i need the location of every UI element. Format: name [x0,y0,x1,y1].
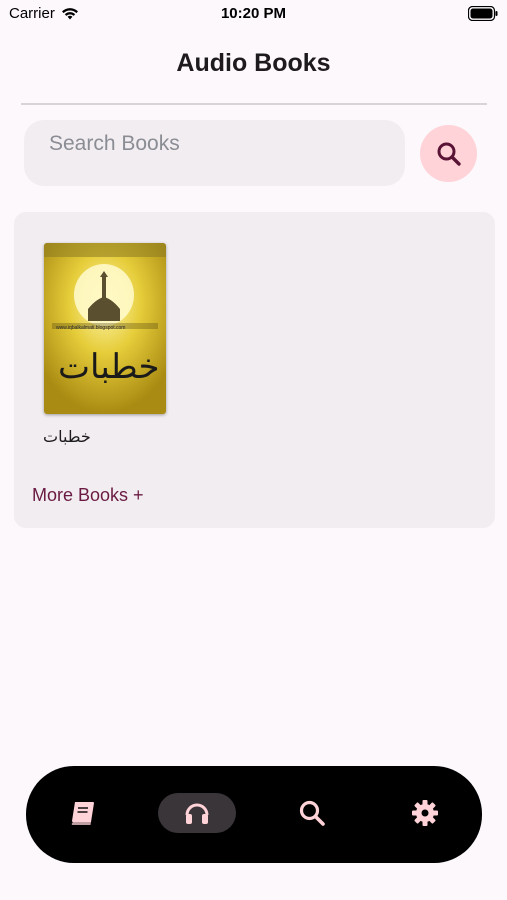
screen: Carrier 10:20 PM Audio Books Search Book… [0,0,507,900]
battery-icon [468,6,498,21]
search-button[interactable] [420,125,477,182]
headphones-icon [185,803,209,824]
search-field[interactable] [24,120,405,186]
more-books-link[interactable]: More Books + [32,485,144,506]
book-title[interactable]: خطبات [43,427,163,447]
nav-item-settings[interactable] [400,793,450,833]
book-cover[interactable]: خطبات www.iqbalkalmati.blogspot.com [44,243,166,414]
search-icon [437,142,461,166]
search-icon [299,800,325,826]
nav-item-books[interactable] [58,793,108,833]
status-time: 10:20 PM [220,5,287,22]
gear-icon [412,800,438,826]
book-cover-title: خطبات [58,347,160,387]
search-input[interactable] [24,120,405,186]
status-bar: Carrier 10:20 PM [0,0,507,30]
header-divider [21,103,487,105]
book-cover-url: www.iqbalkalmati.blogspot.com [56,325,126,331]
book-icon [71,802,94,825]
books-card: خطبات www.iqbalkalmati.blogspot.com خطبا… [14,212,495,528]
bottom-nav [26,766,482,863]
nav-item-search[interactable] [287,793,337,833]
nav-item-audio[interactable] [158,793,236,833]
page-title: Audio Books [176,49,331,77]
